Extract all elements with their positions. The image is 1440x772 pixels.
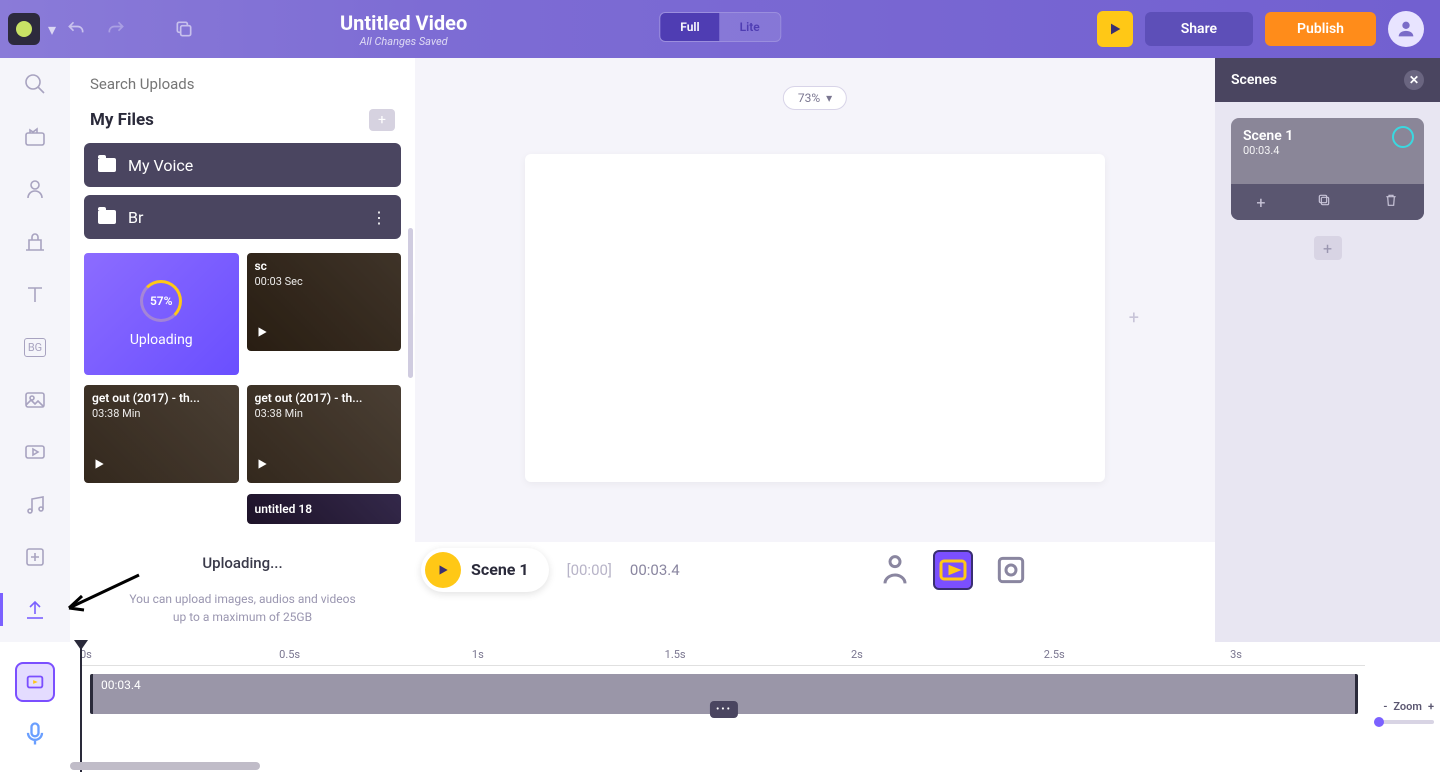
timeline-video-icon[interactable] [933, 550, 973, 590]
timeline-video-track-icon[interactable] [15, 662, 55, 702]
clip-thumb[interactable]: untitled 18 [247, 494, 402, 524]
playhead[interactable] [80, 642, 82, 772]
redo-button[interactable] [98, 11, 134, 47]
panel-footer: Uploading... You can upload images, audi… [70, 540, 415, 642]
timeline-clip[interactable]: 00:03.4 ••• [90, 674, 1358, 714]
folder-icon [98, 158, 116, 172]
user-avatar[interactable] [1388, 11, 1424, 47]
uploading-label: Uploading [130, 332, 193, 348]
clip-thumb[interactable]: get out (2017) - th... 03:38 Min [84, 385, 239, 483]
add-scene-right-button[interactable]: + [1129, 308, 1139, 329]
timeline-controls-bar: Scene 1 [00:00] 00:03.4 [415, 542, 1215, 597]
app-header: ▾ Untitled Video All Changes Saved Full … [0, 0, 1440, 58]
undo-button[interactable] [58, 11, 94, 47]
text-icon[interactable] [17, 282, 53, 307]
upload-status-text: Uploading... [100, 554, 385, 572]
scene-card-time: 00:03.4 [1243, 144, 1412, 157]
folder-item[interactable]: Br ⋮ [84, 195, 401, 239]
timeline-scrollbar[interactable] [70, 762, 1360, 770]
add-scene-button[interactable]: + [1314, 236, 1342, 260]
play-icon[interactable] [255, 456, 269, 475]
copy-button[interactable] [166, 11, 202, 47]
uploads-panel: My Files + My Voice Br ⋮ 57% Uploading s… [70, 58, 415, 642]
logo-dropdown-icon[interactable]: ▾ [48, 20, 56, 39]
add-folder-button[interactable]: + [369, 109, 395, 131]
toggle-full[interactable]: Full [660, 13, 719, 41]
canvas-area: 73%▾ + [415, 58, 1215, 542]
toggle-lite[interactable]: Lite [720, 13, 780, 41]
timeline-zoom-slider[interactable] [1374, 720, 1434, 724]
time-current: [00:00] [567, 561, 612, 579]
timeline-mic-icon[interactable] [21, 720, 49, 752]
left-tool-rail: BG [0, 58, 70, 642]
zoom-out-button[interactable]: - [1383, 700, 1387, 713]
uploading-tile: 57% Uploading [84, 253, 239, 375]
chevron-down-icon: ▾ [826, 91, 832, 105]
title-block: Untitled Video All Changes Saved [340, 11, 467, 48]
scene-add-button[interactable]: + [1256, 193, 1265, 212]
zoom-in-button[interactable]: + [1428, 700, 1434, 713]
my-files-heading: My Files [90, 110, 154, 130]
scene-icon[interactable] [17, 125, 53, 150]
stage-canvas[interactable]: + [525, 154, 1105, 482]
folder-more-icon[interactable]: ⋮ [371, 208, 387, 227]
app-logo[interactable] [8, 13, 40, 45]
bg-icon[interactable]: BG [17, 335, 53, 360]
play-icon[interactable] [92, 456, 106, 475]
scenes-panel: Scenes ✕ Scene 1 00:03.4 + + [1215, 58, 1440, 642]
folder-name: Br [128, 208, 143, 227]
upload-hint: You can upload images, audios and videos… [100, 590, 385, 626]
folder-name: My Voice [128, 156, 193, 175]
scenes-title: Scenes [1231, 72, 1277, 88]
upload-progress-ring: 57% [140, 280, 182, 322]
scene-chip: Scene 1 [421, 548, 549, 592]
zoom-dropdown[interactable]: 73%▾ [783, 86, 847, 110]
play-icon[interactable] [255, 324, 269, 343]
clip-thumb[interactable]: sc 00:03 Sec [247, 253, 402, 351]
folder-icon [98, 210, 116, 224]
clip-thumb[interactable]: get out (2017) - th... 03:38 Min [247, 385, 402, 483]
image-icon[interactable] [17, 387, 53, 412]
share-button[interactable]: Share [1145, 12, 1253, 46]
scene-loading-icon [1392, 126, 1414, 148]
props-icon[interactable] [17, 230, 53, 255]
search-icon[interactable] [17, 72, 53, 97]
video-title[interactable]: Untitled Video [340, 11, 467, 35]
current-scene-name: Scene 1 [471, 560, 545, 579]
timeline: 0s 0.5s 1s 1.5s 2s 2.5s 3s 00:03.4 ••• -… [0, 642, 1440, 772]
scene-card[interactable]: Scene 1 00:03.4 + [1231, 118, 1424, 220]
preview-play-button[interactable] [1097, 11, 1133, 47]
panel-scrollbar[interactable] [408, 228, 413, 378]
character-icon[interactable] [17, 177, 53, 202]
scene-duplicate-button[interactable] [1316, 192, 1332, 212]
folder-item[interactable]: My Voice [84, 143, 401, 187]
search-uploads-input[interactable] [90, 75, 395, 93]
close-scenes-button[interactable]: ✕ [1404, 70, 1424, 90]
scene-delete-button[interactable] [1383, 192, 1399, 212]
effects-icon[interactable] [17, 545, 53, 570]
timeline-ruler[interactable]: 0s 0.5s 1s 1.5s 2s 2.5s 3s [80, 648, 1365, 666]
timeline-character-icon[interactable] [875, 550, 915, 590]
timeline-zoom-control: - Zoom + [1383, 700, 1434, 713]
scene-card-name: Scene 1 [1243, 128, 1412, 144]
time-total: 00:03.4 [630, 561, 680, 579]
timeline-camera-icon[interactable] [991, 550, 1031, 590]
music-icon[interactable] [17, 492, 53, 517]
clip-duration: 00:03.4 [93, 674, 1355, 696]
upload-icon[interactable] [17, 597, 53, 622]
play-scene-button[interactable] [425, 552, 461, 588]
save-status: All Changes Saved [340, 35, 467, 48]
clip-handle[interactable]: ••• [710, 701, 738, 718]
mode-toggle: Full Lite [659, 12, 781, 42]
publish-button[interactable]: Publish [1265, 12, 1376, 46]
video-icon[interactable] [17, 440, 53, 465]
